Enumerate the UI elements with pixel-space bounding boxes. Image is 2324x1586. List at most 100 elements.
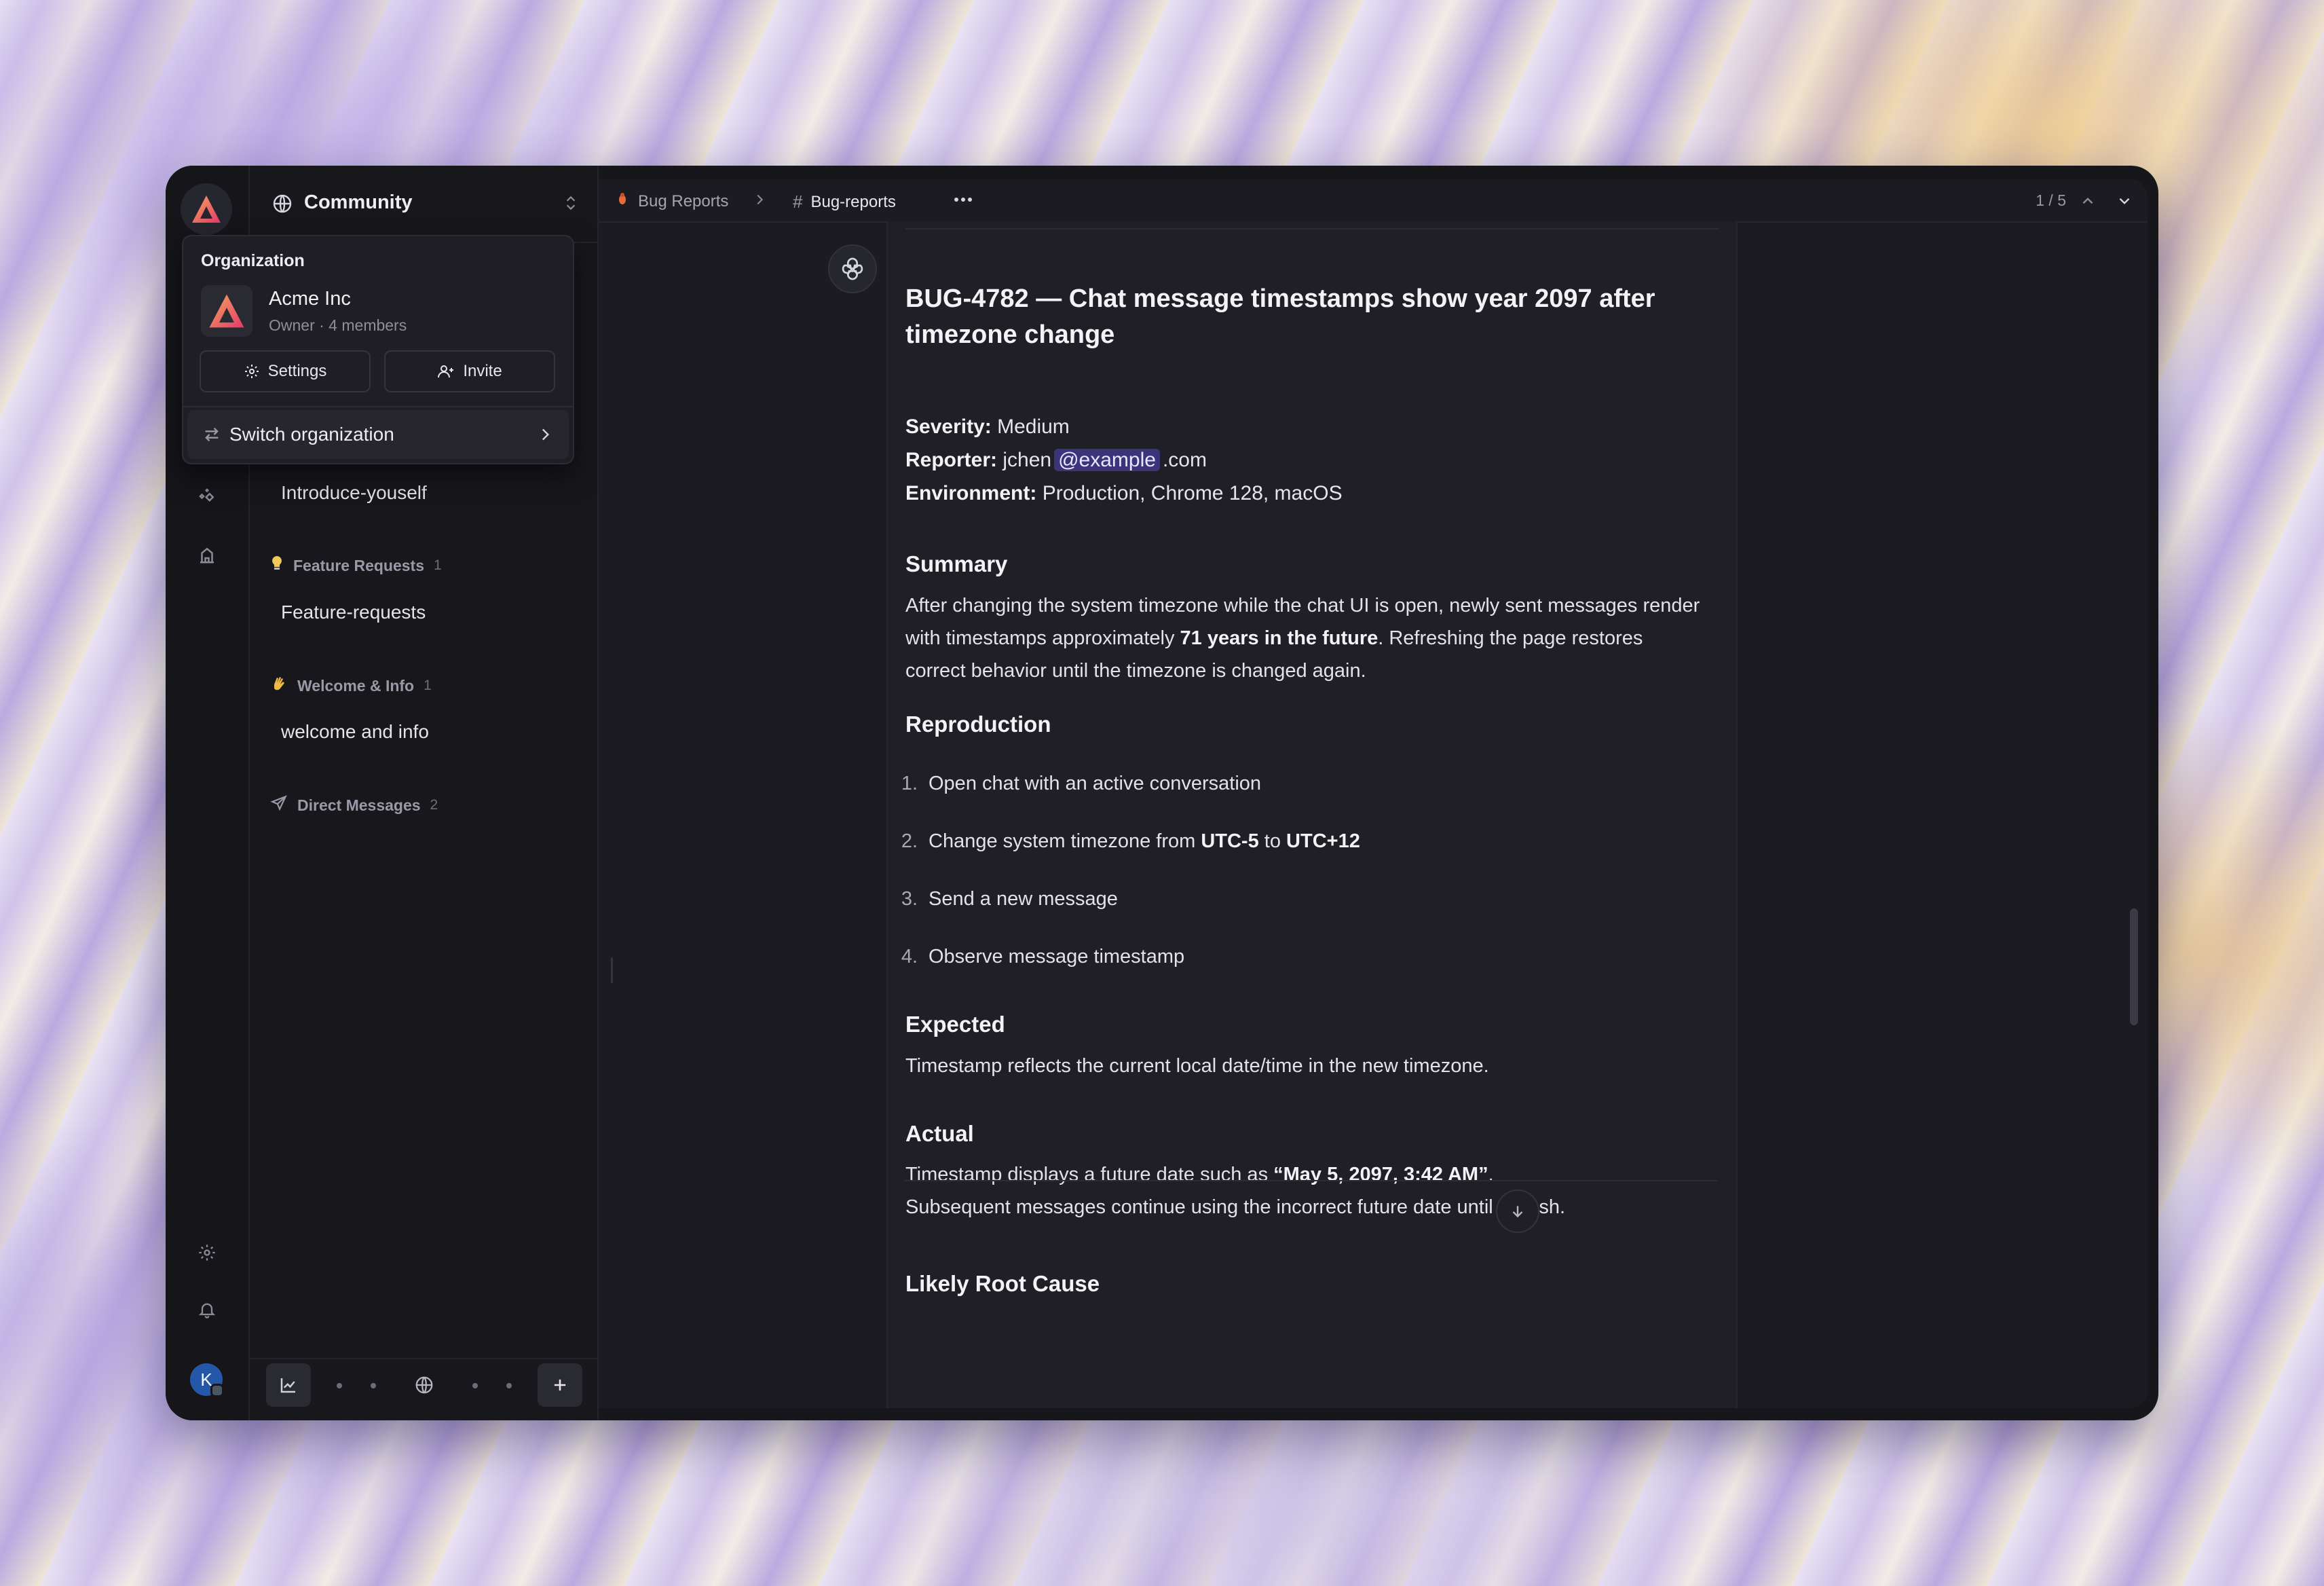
chevron-down-icon bbox=[2119, 198, 2130, 204]
step-number: 3. bbox=[901, 888, 918, 910]
chevron-right-icon bbox=[536, 425, 554, 447]
actual-text: Timestamp displays a future date such as… bbox=[905, 1158, 1706, 1223]
globe-button[interactable] bbox=[402, 1363, 447, 1407]
more-options-button[interactable] bbox=[953, 191, 973, 208]
org-name: Acme Inc bbox=[269, 288, 351, 310]
presence-indicator bbox=[210, 1384, 224, 1397]
button-label: Settings bbox=[267, 362, 327, 380]
add-button[interactable] bbox=[538, 1363, 582, 1407]
previous-result-button[interactable] bbox=[2077, 190, 2099, 212]
group-title-text: Direct Messages bbox=[297, 796, 421, 814]
arrows-swap-icon bbox=[202, 425, 221, 447]
dot-indicator bbox=[337, 1383, 342, 1388]
reporter-user: jchen bbox=[1002, 449, 1052, 471]
app-window: K Community Introduce-youself Feature Re… bbox=[166, 166, 2158, 1420]
group-welcome-info[interactable]: Welcome & Info 1 bbox=[270, 675, 432, 697]
channel-welcome-and-info[interactable]: welcome and info bbox=[281, 721, 429, 743]
expected-heading: Expected bbox=[905, 1012, 1005, 1037]
sidebar-bottom-divider bbox=[250, 1358, 597, 1359]
text-bold: 71 years in the future bbox=[1180, 627, 1379, 649]
breadcrumb-bug-reports-channel[interactable]: # Bug-reports bbox=[793, 191, 896, 213]
channel-feature-requests[interactable]: Feature-requests bbox=[281, 602, 426, 623]
building-icon[interactable] bbox=[195, 543, 219, 566]
message-column: BUG-4782 — Chat message timestamps show … bbox=[886, 221, 1738, 1408]
step-text: Send a new message bbox=[929, 888, 1118, 910]
environment-line: Environment: Production, Chrome 128, mac… bbox=[905, 482, 1343, 505]
workspace-switcher[interactable]: Community bbox=[250, 166, 597, 243]
environment-label: Environment: bbox=[905, 482, 1037, 504]
step-item: 4. Observe message timestamp bbox=[888, 946, 1184, 968]
divider bbox=[904, 1180, 1717, 1181]
globe-icon bbox=[415, 1376, 433, 1394]
org-settings-button[interactable]: Settings bbox=[200, 350, 371, 392]
hash-icon: # bbox=[793, 191, 803, 212]
group-count: 2 bbox=[430, 797, 438, 813]
scrollbar-thumb[interactable] bbox=[2130, 908, 2138, 1025]
sparkles-icon[interactable] bbox=[195, 485, 219, 508]
dot-indicator bbox=[506, 1383, 512, 1388]
switch-label: Switch organization bbox=[229, 424, 394, 445]
dot-indicator bbox=[472, 1383, 478, 1388]
group-feature-requests[interactable]: Feature Requests 1 bbox=[270, 555, 442, 576]
expected-text: Timestamp reflects the current local dat… bbox=[905, 1055, 1489, 1077]
bug-icon bbox=[615, 191, 630, 211]
waving-hand-icon bbox=[270, 675, 288, 697]
top-bar: Bug Reports # Bug-reports 1 / 5 bbox=[599, 179, 2148, 223]
text-segment: Subsequent messages continue using the i… bbox=[905, 1196, 1566, 1218]
reproduction-heading: Reproduction bbox=[905, 712, 1051, 737]
org-logo bbox=[201, 285, 252, 337]
group-count: 1 bbox=[434, 557, 442, 573]
group-direct-messages[interactable]: Direct Messages 2 bbox=[270, 794, 438, 816]
group-title-text: Feature Requests bbox=[293, 556, 425, 574]
logo-icon bbox=[209, 294, 244, 328]
group-count: 1 bbox=[424, 678, 432, 693]
result-pager: 1 / 5 bbox=[2036, 191, 2066, 209]
bug-title: BUG-4782 — Chat message timestamps show … bbox=[905, 284, 1655, 349]
ellipsis-icon bbox=[954, 198, 972, 202]
arrow-down-icon bbox=[1512, 1206, 1523, 1218]
actual-heading: Actual bbox=[905, 1121, 974, 1146]
severity-line: Severity: Medium bbox=[905, 416, 1070, 439]
crumb-text: Bug Reports bbox=[638, 191, 729, 210]
resize-handle[interactable] bbox=[611, 957, 613, 983]
org-meta: Owner · 4 members bbox=[269, 316, 407, 334]
invite-button[interactable]: Invite bbox=[384, 350, 555, 392]
mention-chip[interactable]: @example bbox=[1054, 449, 1160, 471]
workspace-name: Community bbox=[304, 191, 413, 213]
user-avatar[interactable]: K bbox=[190, 1363, 224, 1397]
scroll-to-bottom-button[interactable] bbox=[1496, 1190, 1539, 1233]
severity-label: Severity: bbox=[905, 416, 992, 438]
next-result-button[interactable] bbox=[2114, 190, 2135, 212]
step-bold: UTC-5 bbox=[1201, 830, 1259, 852]
gear-icon bbox=[244, 365, 259, 378]
popover-label: Organization bbox=[201, 251, 305, 270]
reporter-line: Reporter: jchen @example .com bbox=[905, 449, 1207, 472]
send-icon bbox=[270, 794, 288, 816]
step-bold: UTC+12 bbox=[1286, 830, 1360, 852]
step-text: Open chat with an active conversation bbox=[929, 773, 1262, 794]
step-item: 3. Send a new message bbox=[888, 888, 1118, 910]
summary-heading: Summary bbox=[905, 551, 1008, 576]
root-cause-heading: Likely Root Cause bbox=[905, 1271, 1100, 1296]
analytics-button[interactable] bbox=[266, 1363, 311, 1407]
reporter-label: Reporter: bbox=[905, 449, 998, 471]
bell-icon[interactable] bbox=[195, 1298, 219, 1321]
step-text: Change system timezone from bbox=[929, 830, 1201, 852]
gear-icon[interactable] bbox=[195, 1241, 219, 1264]
divider bbox=[905, 228, 1719, 229]
text-bold: “May 5, 2097, 3:42 AM” bbox=[1273, 1164, 1488, 1185]
severity-value: Medium bbox=[997, 416, 1070, 438]
chevron-up-down-icon bbox=[562, 193, 580, 217]
text-segment: Timestamp displays a future date such as bbox=[905, 1164, 1274, 1185]
crumb-text: Bug-reports bbox=[810, 192, 896, 211]
environment-value: Production, Chrome 128, macOS bbox=[1042, 482, 1343, 504]
reporter-domain: .com bbox=[1162, 449, 1207, 471]
lightbulb-icon bbox=[270, 555, 284, 576]
switch-organization-item[interactable]: Switch organization bbox=[187, 410, 569, 459]
channel-introduce-yourself[interactable]: Introduce-youself bbox=[281, 482, 427, 504]
dot-indicator bbox=[371, 1383, 376, 1388]
step-text: to bbox=[1258, 830, 1287, 852]
app-logo[interactable] bbox=[181, 183, 232, 235]
chart-line-icon bbox=[280, 1378, 295, 1393]
breadcrumb-bug-reports[interactable]: Bug Reports bbox=[615, 191, 728, 211]
